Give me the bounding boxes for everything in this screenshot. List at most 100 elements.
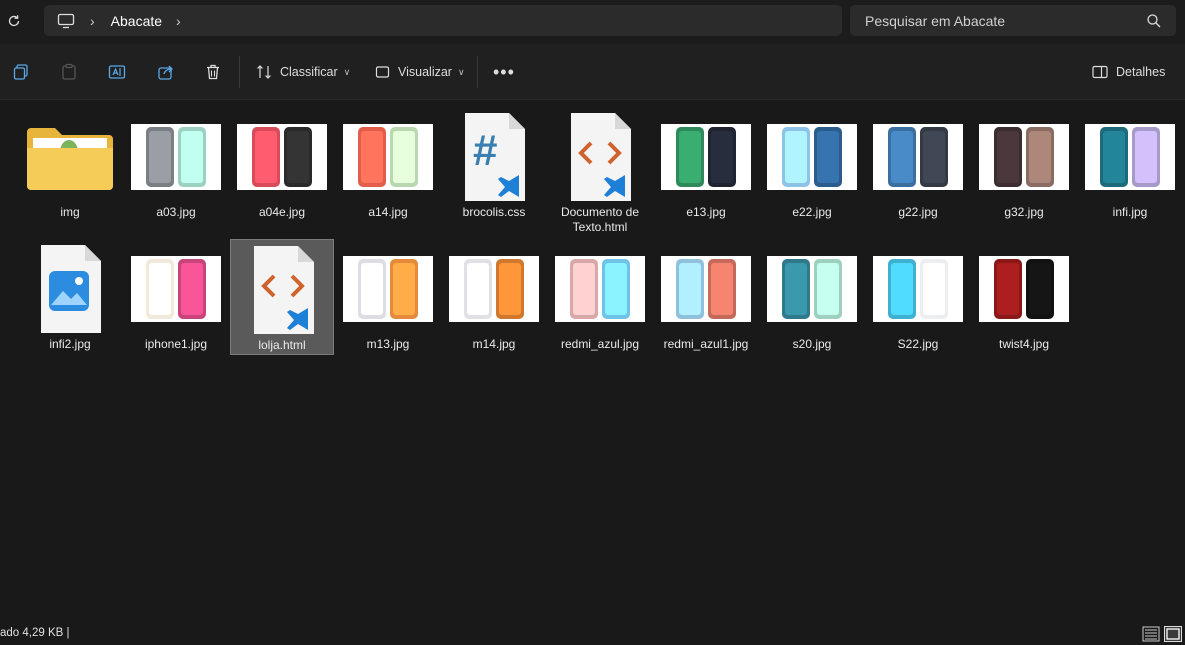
file-thumbnail bbox=[124, 239, 228, 339]
svg-text:#: # bbox=[473, 126, 497, 175]
image-thumbnail bbox=[1085, 124, 1175, 190]
delete-button[interactable] bbox=[204, 62, 222, 82]
phone-icon bbox=[994, 259, 1022, 319]
image-thumbnail bbox=[979, 124, 1069, 190]
phone-icon bbox=[782, 259, 810, 319]
refresh-button[interactable] bbox=[4, 10, 24, 32]
image-thumbnail bbox=[661, 124, 751, 190]
toolbar-divider bbox=[477, 56, 478, 88]
rename-icon bbox=[108, 65, 126, 79]
file-item[interactable]: infi.jpg bbox=[1078, 107, 1182, 235]
phone-icon bbox=[252, 127, 280, 187]
file-item[interactable]: g22.jpg bbox=[866, 107, 970, 235]
file-item[interactable]: twist4.jpg bbox=[972, 239, 1076, 355]
details-pane-icon bbox=[1092, 65, 1108, 79]
details-view-icon[interactable] bbox=[1142, 626, 1160, 642]
toolbar-divider bbox=[239, 56, 240, 88]
search-icon bbox=[1147, 13, 1161, 27]
sort-label: Classificar bbox=[280, 65, 338, 79]
phone-icon bbox=[888, 259, 916, 319]
file-name: redmi_azul.jpg bbox=[560, 337, 640, 351]
file-name: img bbox=[60, 205, 80, 219]
phone-icon bbox=[676, 127, 704, 187]
file-item[interactable]: a04e.jpg bbox=[230, 107, 334, 235]
share-icon bbox=[158, 65, 173, 80]
phone-icon bbox=[814, 259, 842, 319]
sort-button[interactable]: Classificar ∨ bbox=[256, 62, 350, 82]
file-item[interactable]: redmi_azul.jpg bbox=[548, 239, 652, 355]
file-item[interactable]: g32.jpg bbox=[972, 107, 1076, 235]
view-button[interactable]: Visualizar ∨ bbox=[375, 62, 465, 82]
search-box[interactable]: Pesquisar em Abacate bbox=[850, 5, 1176, 36]
file-item[interactable]: m13.jpg bbox=[336, 239, 440, 355]
breadcrumb-abacate[interactable]: Abacate bbox=[111, 13, 162, 29]
file-item[interactable]: s20.jpg bbox=[760, 239, 864, 355]
copy-button[interactable] bbox=[12, 62, 30, 82]
image-thumbnail bbox=[237, 124, 327, 190]
breadcrumb-chevron-icon[interactable]: › bbox=[176, 13, 181, 29]
search-input[interactable]: Pesquisar em Abacate bbox=[865, 13, 1146, 29]
image-file-icon bbox=[41, 245, 101, 333]
file-name: a03.jpg bbox=[156, 205, 196, 219]
image-thumbnail bbox=[767, 256, 857, 322]
image-thumbnail bbox=[343, 124, 433, 190]
phone-icon bbox=[358, 127, 386, 187]
file-item[interactable]: iphone1.jpg bbox=[124, 239, 228, 355]
file-name: e22.jpg bbox=[792, 205, 832, 219]
file-item[interactable]: a03.jpg bbox=[124, 107, 228, 235]
address-bar[interactable]: › Abacate › bbox=[44, 5, 842, 36]
phone-icon bbox=[782, 127, 810, 187]
phone-icon bbox=[284, 127, 312, 187]
file-name: Documento de Texto.html bbox=[560, 205, 640, 234]
file-item[interactable]: e22.jpg bbox=[760, 107, 864, 235]
phone-icon bbox=[920, 127, 948, 187]
details-label: Detalhes bbox=[1116, 65, 1166, 79]
file-item[interactable]: e13.jpg bbox=[654, 107, 758, 235]
file-name: infi.jpg bbox=[1112, 205, 1148, 219]
image-thumbnail bbox=[131, 124, 221, 190]
file-item[interactable]: lolja.html bbox=[230, 239, 334, 355]
file-item[interactable]: S22.jpg bbox=[866, 239, 970, 355]
navigation-bar: › Abacate › Pesquisar em Abacate bbox=[0, 0, 1185, 44]
file-name: lolja.html bbox=[258, 338, 306, 352]
file-item[interactable]: img bbox=[18, 107, 122, 235]
phone-icon bbox=[496, 259, 524, 319]
image-thumbnail bbox=[979, 256, 1069, 322]
phone-icon bbox=[178, 127, 206, 187]
phone-icon bbox=[602, 259, 630, 319]
share-button[interactable] bbox=[157, 62, 175, 82]
phone-icon bbox=[146, 259, 174, 319]
file-name: twist4.jpg bbox=[998, 337, 1050, 351]
file-item[interactable]: m14.jpg bbox=[442, 239, 546, 355]
file-name: a04e.jpg bbox=[258, 205, 306, 219]
file-item[interactable]: Documento de Texto.html bbox=[548, 107, 652, 235]
html-file-icon bbox=[254, 246, 314, 334]
file-item[interactable]: redmi_azul1.jpg bbox=[654, 239, 758, 355]
file-thumbnail bbox=[654, 107, 758, 207]
phone-icon bbox=[708, 259, 736, 319]
file-thumbnail bbox=[18, 107, 122, 207]
image-thumbnail bbox=[131, 256, 221, 322]
phone-icon bbox=[676, 259, 704, 319]
phone-icon bbox=[1132, 127, 1160, 187]
tiles-view-icon[interactable] bbox=[1164, 626, 1182, 642]
phone-icon bbox=[1026, 259, 1054, 319]
file-name: redmi_azul1.jpg bbox=[663, 337, 749, 351]
chevron-down-icon: ∨ bbox=[343, 66, 351, 77]
file-thumbnail bbox=[972, 107, 1076, 207]
this-pc-icon[interactable] bbox=[56, 11, 76, 31]
phone-icon bbox=[994, 127, 1022, 187]
file-item[interactable]: infi2.jpg bbox=[18, 239, 122, 355]
file-item[interactable]: a14.jpg bbox=[336, 107, 440, 235]
file-item[interactable]: # brocolis.css bbox=[442, 107, 546, 235]
more-options-button[interactable]: ••• bbox=[493, 62, 515, 82]
file-name: e13.jpg bbox=[686, 205, 726, 219]
paste-button[interactable] bbox=[60, 62, 78, 82]
phone-icon bbox=[178, 259, 206, 319]
rename-button[interactable] bbox=[108, 62, 126, 82]
image-thumbnail bbox=[449, 256, 539, 322]
details-button[interactable]: Detalhes bbox=[1092, 62, 1165, 82]
breadcrumb-separator-icon[interactable]: › bbox=[90, 13, 95, 29]
file-grid[interactable]: img a03.jpg a04e.jpg a14.jpg # brocolis.css Do… bbox=[0, 101, 1185, 621]
file-name: g22.jpg bbox=[898, 205, 938, 219]
